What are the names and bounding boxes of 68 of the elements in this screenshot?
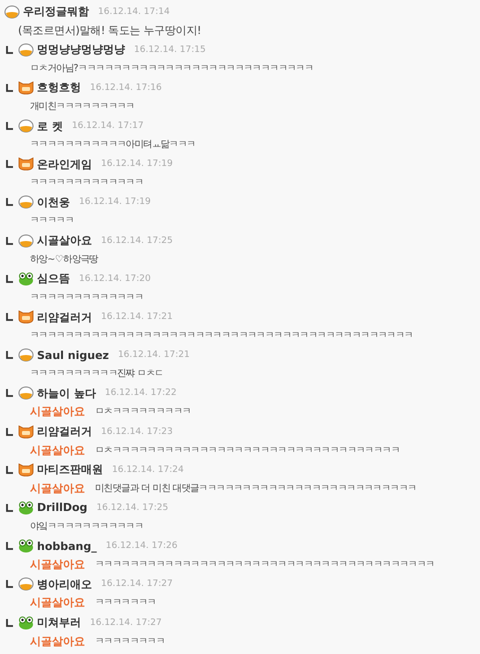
- comment-time: 16.12.14. 17:19: [79, 197, 151, 208]
- pot-avatar-icon: [18, 577, 34, 592]
- comment-text: ㅋㅋㅋㅋㅋㅋㅋㅋㅋㅋㅋ아미텨ㅛ닮ㅋㅋㅋ: [30, 138, 196, 152]
- pot-avatar-icon: [18, 234, 34, 248]
- comment-text: 야잌ㅋㅋㅋㅋㅋㅋㅋㅋㅋㅋㅋ: [30, 520, 144, 533]
- pot-avatar-icon: [18, 195, 34, 210]
- comment-text: ㅁㅊ거아님?ㅋㅋㅋㅋㅋㅋㅋㅋㅋㅋㅋㅋㅋㅋㅋㅋㅋㅋㅋㅋㅋㅋㅋㅋㅋㅋㅋ: [30, 62, 314, 75]
- comment-text: ㅋㅋㅋㅋㅋㅋㅋㅋㅋㅋㅋㅋㅋ: [30, 290, 144, 304]
- pot-avatar-icon: [18, 348, 34, 362]
- user-name[interactable]: 리얌걸러거: [37, 310, 92, 324]
- comment-text: ㅋㅋㅋㅋㅋ: [30, 214, 74, 228]
- comment-text: ㅋㅋㅋㅋㅋㅋㅋㅋㅋㅋ진쨔 ㅁㅊㄷ: [30, 367, 164, 380]
- comment-text: ㅋㅋㅋㅋㅋㅋㅋ: [95, 596, 156, 610]
- user-name[interactable]: 우리정글뭐함: [23, 4, 89, 19]
- user-name[interactable]: 마티즈판매원: [37, 462, 103, 478]
- comment-text: 하앙~♡하앙극땅: [30, 252, 98, 266]
- cat-avatar-icon: [18, 462, 34, 477]
- comment-time: 16.12.14. 17:14: [98, 6, 170, 16]
- user-name[interactable]: Saul niguez: [37, 348, 109, 362]
- comment-time: 16.12.14. 17:17: [72, 121, 144, 132]
- comment-time: 16.12.14. 17:16: [90, 82, 162, 93]
- comment-text: 개미친ㅋㅋㅋㅋㅋㅋㅋㅋㅋ: [30, 100, 134, 113]
- comment-text: ㅋㅋㅋㅋㅋㅋㅋㅋ: [95, 634, 165, 648]
- comment-text: ㅁㅊㅋㅋㅋㅋㅋㅋㅋㅋㅋㅋㅋㅋㅋㅋㅋㅋㅋㅋㅋㅋㅋㅋㅋㅋㅋㅋㅋㅋㅋㅋㅋㅋㅋ: [95, 444, 400, 457]
- comment-time: 16.12.14. 17:25: [96, 502, 168, 513]
- user-name[interactable]: 병아리애오: [37, 576, 92, 592]
- user-name[interactable]: 심으뜸: [37, 271, 70, 286]
- user-name[interactable]: hobbang_: [37, 540, 97, 553]
- user-name[interactable]: 로 켓: [37, 118, 63, 134]
- comment-time: 16.12.14. 17:24: [112, 464, 184, 475]
- user-name[interactable]: 하늘이 높다: [37, 386, 96, 401]
- user-name[interactable]: 온라인게임: [37, 156, 92, 172]
- comment-time: 16.12.14. 17:25: [101, 236, 173, 246]
- frog-avatar-icon: [18, 539, 34, 554]
- comment-time: 16.12.14. 17:19: [101, 159, 173, 170]
- cat-avatar-icon: [18, 424, 34, 439]
- comment-time: 16.12.14. 17:21: [101, 312, 173, 322]
- comment-time: 16.12.14. 17:20: [79, 274, 151, 284]
- cat-avatar-icon: [18, 157, 34, 172]
- comment-text: ㅋㅋㅋㅋㅋㅋㅋㅋㅋㅋㅋㅋㅋㅋㅋㅋㅋㅋㅋㅋㅋㅋㅋㅋㅋㅋㅋㅋㅋㅋㅋㅋㅋㅋㅋㅋㅋㅋㅋㅋㅋㅋㅋㅋ: [30, 329, 413, 342]
- frog-avatar-icon: [18, 616, 34, 630]
- comment-time: 16.12.14. 17:23: [101, 426, 173, 437]
- pot-avatar-icon: [4, 4, 20, 18]
- user-name[interactable]: 이천웅: [37, 194, 70, 210]
- frog-avatar-icon: [18, 272, 34, 286]
- frog-avatar-icon: [18, 500, 34, 515]
- comment-text: ㅁㅊㅋㅋㅋㅋㅋㅋㅋㅋㅋ: [95, 405, 191, 418]
- comment-text: ㅋㅋㅋㅋㅋㅋㅋㅋㅋㅋㅋㅋㅋ: [30, 176, 144, 190]
- comment-time: 16.12.14. 17:27: [101, 579, 173, 590]
- comment-text: ㅋㅋㅋㅋㅋㅋㅋㅋㅋㅋㅋㅋㅋㅋㅋㅋㅋㅋㅋㅋㅋㅋㅋㅋㅋㅋㅋㅋㅋㅋㅋㅋㅋㅋㅋㅋㅋㅋㅋ: [95, 558, 434, 572]
- user-name[interactable]: 미쳐부러: [37, 615, 81, 630]
- pot-avatar-icon: [18, 386, 34, 400]
- user-name[interactable]: 멍멍냥냥멍냥멍냥: [37, 42, 125, 58]
- comment-time: 16.12.14. 17:27: [90, 618, 162, 628]
- comment-time: 16.12.14. 17:21: [118, 350, 190, 360]
- comment-text: (목조르면서)말해! 독도는 누구땅이지!: [18, 22, 202, 38]
- pot-avatar-icon: [18, 119, 34, 134]
- user-name[interactable]: 시골살아요: [37, 233, 92, 248]
- user-name[interactable]: 리얌걸러거: [37, 424, 92, 440]
- user-name[interactable]: DrillDog: [37, 501, 88, 514]
- cat-avatar-icon: [18, 80, 34, 95]
- user-name[interactable]: 흐헝흐헝: [37, 80, 81, 96]
- comment-time: 16.12.14. 17:26: [106, 541, 178, 552]
- cat-avatar-icon: [18, 310, 34, 324]
- comment-text: 미친댓글과 더 미친 대댓글ㅋㅋㅋㅋㅋㅋㅋㅋㅋㅋㅋㅋㅋㅋㅋㅋㅋㅋㅋㅋㅋㅋㅋㅋㅋ: [95, 482, 416, 495]
- comment-time: 16.12.14. 17:15: [134, 44, 206, 55]
- pot-avatar-icon: [18, 42, 34, 57]
- comment-time: 16.12.14. 17:22: [104, 388, 177, 398]
